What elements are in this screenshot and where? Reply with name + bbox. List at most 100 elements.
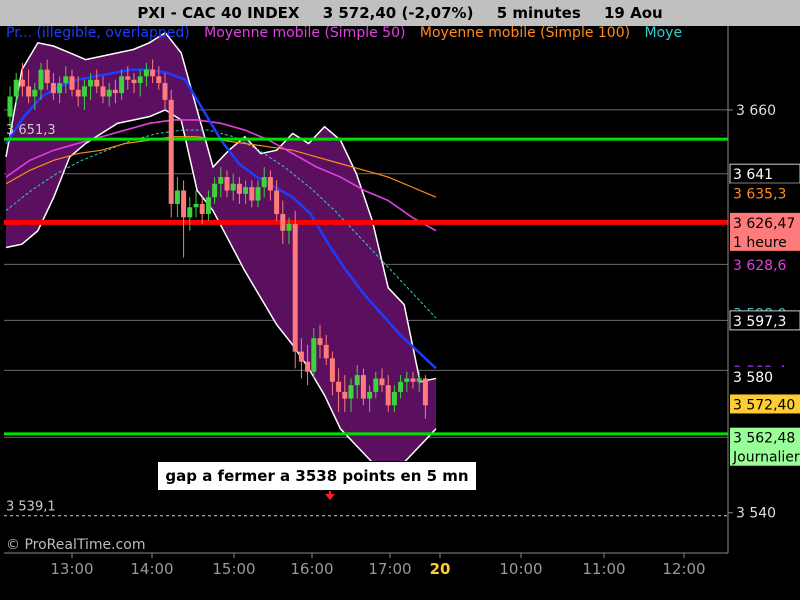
candle-body (391, 391, 397, 406)
candle-body (50, 83, 56, 94)
x-tick-label: 11:00 (582, 560, 625, 578)
candle-body (280, 213, 286, 231)
candle-body (81, 86, 87, 97)
price-tag-label: 3 597,3 (733, 314, 786, 330)
candle-body (7, 96, 13, 117)
y-tick-label: 3 540 (736, 506, 776, 522)
candle-body (422, 378, 428, 406)
candle-body (354, 375, 360, 386)
price-tags: 3 6413 635,33 626,471 heure3 628,63 598,… (729, 163, 800, 466)
candle-body (88, 79, 94, 87)
x-tick-label: 13:00 (50, 560, 93, 578)
candle-body (286, 224, 292, 231)
candle-body (26, 86, 32, 97)
candle-body (342, 391, 348, 399)
bollinger-band (5, 31, 437, 467)
price-tag-label: 3 641 (733, 167, 773, 183)
candle-body (224, 177, 230, 191)
candle-body (199, 203, 205, 214)
interval-label: 5 minutes (496, 4, 581, 22)
candle-body (131, 79, 137, 84)
level-label: 3 539,1 (6, 500, 56, 515)
x-tick-label: 14:00 (130, 560, 173, 578)
indicator-legend: Pr... (illegible, overlapped) Moyenne mo… (6, 24, 692, 42)
candle-body (181, 190, 187, 218)
candle-body (255, 187, 261, 201)
candle-body (94, 79, 100, 87)
candle-body (236, 183, 242, 194)
candle-body (44, 69, 50, 84)
candle-body (416, 378, 422, 382)
candle-body (112, 89, 118, 94)
candle-body (243, 187, 249, 194)
symbol-label: PXI - CAC 40 INDEX (137, 4, 300, 22)
candle-body (212, 183, 218, 198)
candle-body (379, 378, 385, 386)
gap-annotation: gap a fermer a 3538 points en 5 mn (157, 461, 477, 491)
candle-body (13, 79, 19, 97)
candle-body (367, 391, 373, 399)
candle-body (230, 183, 236, 191)
candle-body (410, 378, 416, 382)
candle-body (63, 76, 69, 84)
quote-label: 3 572,40 (-2,07%) (322, 4, 474, 22)
price-tag-label: 3 626,47 (733, 216, 795, 232)
price-tag-label: 3 628,6 (733, 258, 787, 274)
watermark: © ProRealTime.com (6, 537, 146, 553)
chart[interactable]: 3 651,3 3 539,1 3 540 3 660 13:00 14:00 15:00… (0, 0, 800, 600)
candle-body (32, 89, 38, 97)
level-label: 3 651,3 (6, 123, 56, 138)
x-tick-label: 15:00 (212, 560, 255, 578)
candle-body (336, 381, 342, 392)
candle-body (162, 83, 168, 100)
price-tag-label: 3 580 (733, 370, 773, 386)
candle-body (193, 203, 199, 208)
candle-body (311, 338, 317, 372)
legend-entry-2[interactable]: Moyenne mobile (Simple 50) (204, 25, 405, 41)
arrow-head (325, 494, 335, 500)
price-tag-label: 1 heure (733, 235, 787, 251)
candle-body (261, 177, 267, 188)
candle-body (267, 177, 273, 191)
candle-body (150, 69, 156, 77)
candle-body (305, 361, 311, 372)
legend-entry-1[interactable]: Pr... (illegible, overlapped) (6, 25, 190, 41)
price-tag-label: 3 635,3 (733, 186, 786, 202)
x-tick-label: 12:00 (662, 560, 705, 578)
candle-body (292, 224, 298, 352)
x-tick-label: 16:00 (290, 560, 333, 578)
price-tag-label: 3 562,48 (733, 431, 795, 447)
candle-body (19, 79, 25, 87)
candle-body (100, 86, 106, 97)
candle-body (360, 375, 366, 399)
candle-body (106, 89, 112, 97)
candle-body (69, 76, 75, 90)
candle-body (348, 385, 354, 399)
candle-body (317, 338, 323, 345)
candle-body (75, 89, 81, 97)
price-tag-label: 3 572,40 (733, 397, 795, 413)
candle-body (398, 381, 404, 392)
candle-body (218, 177, 224, 184)
candle-body (404, 378, 410, 382)
legend-entry-4[interactable]: Moye (645, 25, 683, 41)
candle-body (329, 358, 335, 382)
x-tick-label: 20 (430, 560, 451, 578)
candle-body (137, 76, 143, 84)
chart-header: PXI - CAC 40 INDEX 3 572,40 (-2,07%) 5 m… (0, 0, 800, 26)
candle-body (38, 69, 44, 90)
candle-body (274, 190, 280, 214)
x-tick-label: 17:00 (368, 560, 411, 578)
price-tag-label: Journalier (732, 450, 800, 466)
candle-body (174, 190, 180, 204)
legend-entry-3[interactable]: Moyenne mobile (Simple 100) (420, 25, 630, 41)
candle-body (385, 385, 391, 406)
candle-body (323, 344, 329, 359)
candle-body (156, 76, 162, 84)
candle-body (249, 187, 255, 201)
candle-body (187, 207, 193, 218)
candle-body (168, 99, 174, 204)
x-tick-label: 10:00 (499, 560, 542, 578)
candle-body (57, 83, 63, 94)
y-tick-label: 3 660 (736, 103, 776, 119)
